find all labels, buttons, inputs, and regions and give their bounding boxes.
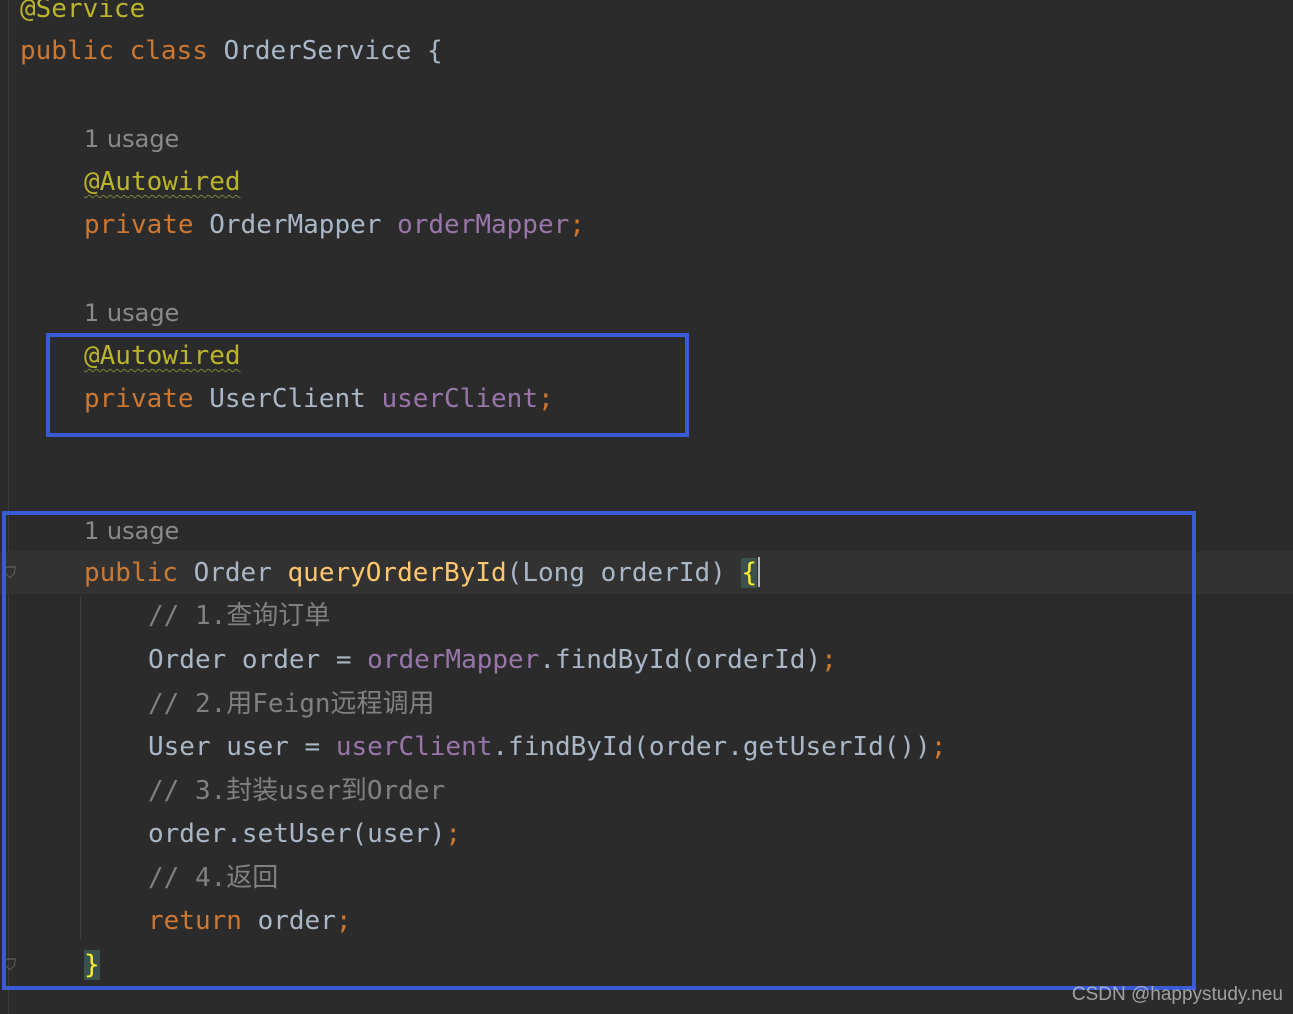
highlight-box-userclient-field [46,333,689,437]
keyword-public: public [20,36,114,66]
code-editor[interactable]: @Service public class OrderService { 1 u… [0,0,1293,1014]
class-name: OrderService [223,36,412,66]
field-name: orderMapper [397,210,570,240]
keyword-class: class [129,36,208,66]
class-open-brace: { [427,36,443,66]
highlight-box-query-method [2,511,1196,990]
usage-hint[interactable]: 1 usage [84,298,179,328]
code-line-field1-annotation[interactable]: @Autowired [84,166,241,198]
annotation-autowired: @Autowired [84,167,241,197]
usage-hint[interactable]: 1 usage [84,124,179,154]
code-line-field1-decl[interactable]: private OrderMapper orderMapper; [84,209,585,241]
code-line-class-annotation[interactable]: @Service [20,0,145,25]
code-line-class-decl[interactable]: public class OrderService { [20,35,443,67]
field-type: OrderMapper [209,210,382,240]
annotation-service: @Service [20,0,146,24]
watermark: CSDN @happystudy.neu [1071,984,1283,1005]
keyword-private: private [84,210,194,240]
semicolon: ; [569,210,585,240]
